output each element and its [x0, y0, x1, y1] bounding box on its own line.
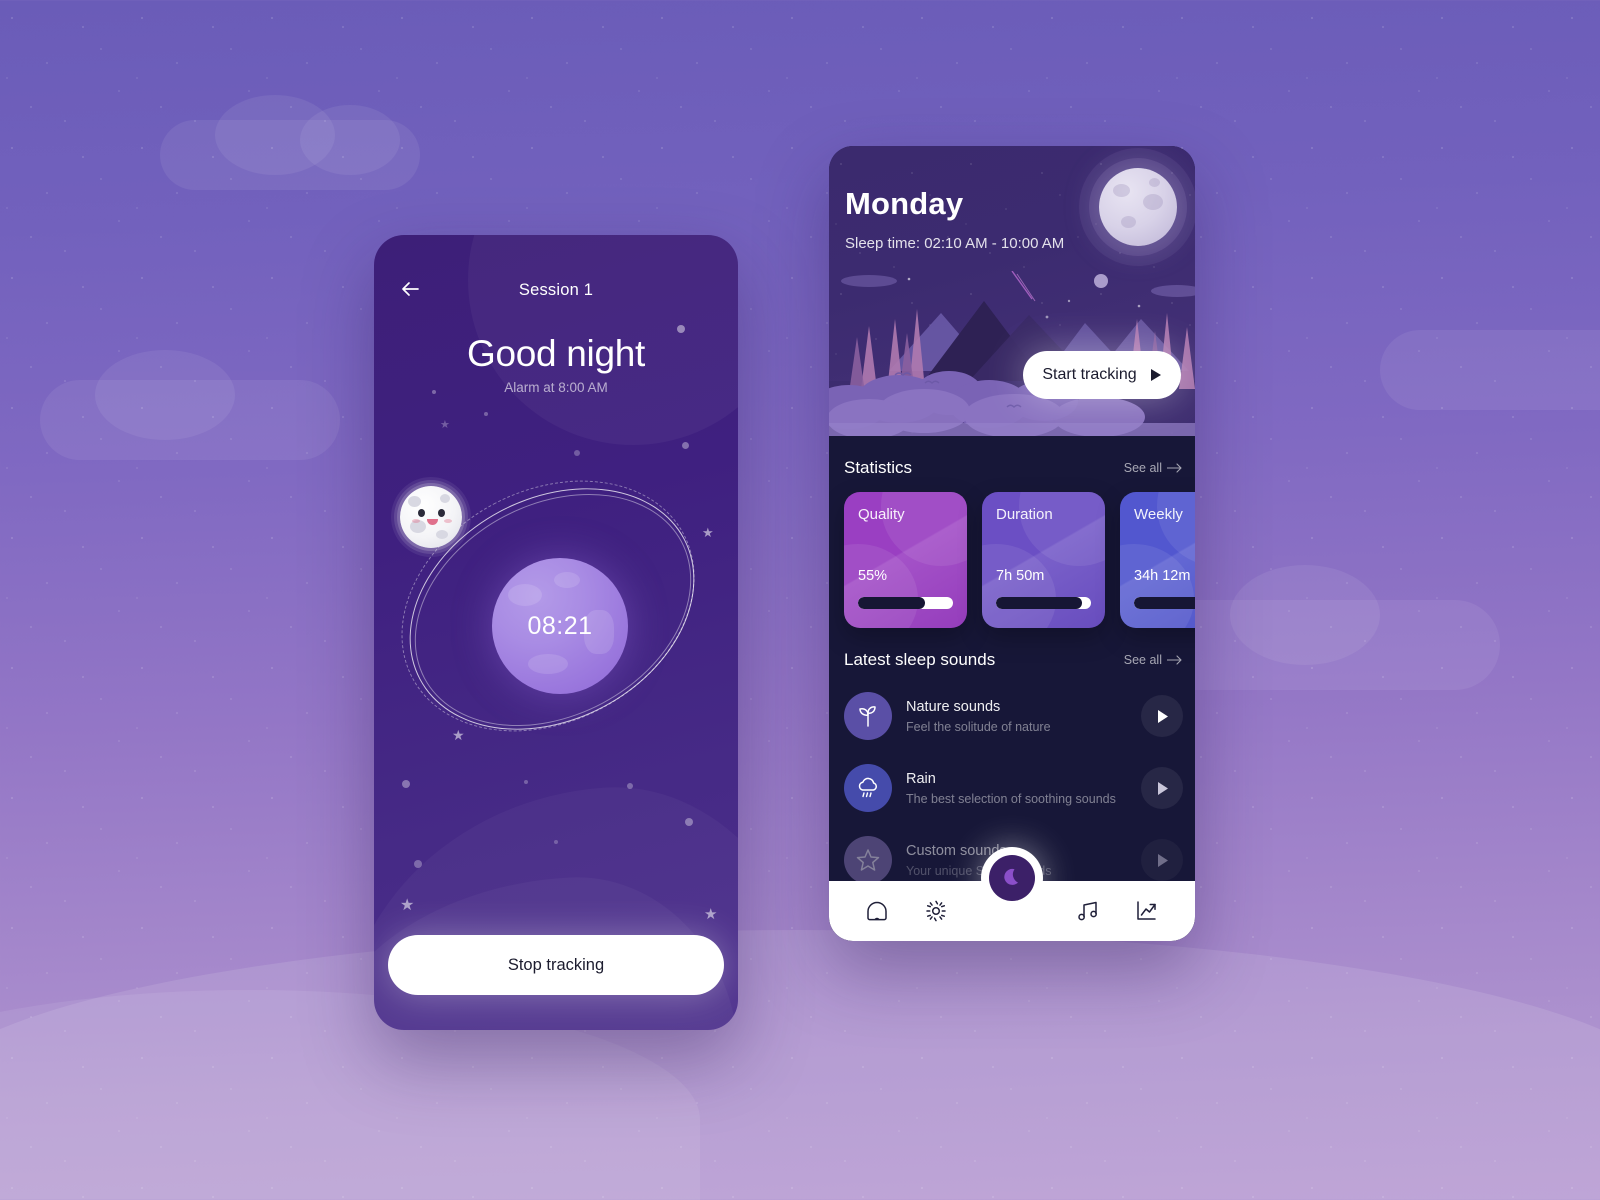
sounds-title: Latest sleep sounds: [844, 650, 996, 669]
sound-description: The best selection of soothing sounds: [906, 791, 1116, 806]
alarm-label: Alarm at 8:00 AM: [504, 380, 608, 395]
stat-card-weekly[interactable]: Weekly 34h 12m: [1120, 492, 1195, 628]
star-dot: [554, 840, 558, 844]
sound-name: Rain: [906, 770, 936, 787]
sounds-section-header: Latest sleep sounds See all: [829, 650, 1195, 670]
statistics-cards: Quality 55% Duration 7h 50m Weekly 34h 1…: [829, 492, 1195, 628]
list-item-texts: Nature sounds Feel the solitude of natur…: [906, 699, 1127, 734]
play-icon: [1157, 781, 1168, 795]
stat-card-label: Quality: [858, 506, 905, 523]
play-icon: [1157, 853, 1168, 867]
star-dot: [682, 442, 689, 449]
star-dot: [524, 780, 528, 784]
play-icon: [1150, 369, 1161, 381]
arrow-right-icon: [1167, 655, 1182, 665]
list-item[interactable]: Nature sounds Feel the solitude of natur…: [829, 680, 1195, 752]
stat-card-label: Duration: [996, 506, 1053, 523]
play-icon: [1157, 709, 1168, 723]
rain-cloud-icon: [844, 764, 892, 812]
tab-sounds[interactable]: [1073, 896, 1103, 926]
sprout-icon: [844, 692, 892, 740]
stat-card-duration[interactable]: Duration 7h 50m: [982, 492, 1105, 628]
start-tracking-button[interactable]: Start tracking: [1023, 351, 1181, 399]
star-dot: [484, 412, 488, 416]
star-dot: [627, 783, 633, 789]
background-starfield: [0, 0, 1600, 1200]
right-phone-screen: Monday Sleep time: 02:10 AM - 10:00 AM S…: [829, 146, 1195, 941]
stat-card-progress: [858, 597, 953, 609]
star-dot: [677, 325, 685, 333]
play-button[interactable]: [1141, 695, 1183, 737]
stat-card-value: 34h 12m: [1134, 568, 1191, 584]
see-all-label: See all: [1123, 653, 1162, 667]
sound-name: Nature sounds: [906, 698, 1001, 715]
see-all-label: See all: [1123, 461, 1162, 475]
statistics-title: Statistics: [844, 458, 913, 477]
play-button[interactable]: [1141, 839, 1183, 881]
stat-card-label: Weekly: [1134, 506, 1183, 523]
home-icon: [867, 901, 887, 921]
stat-card-value: 7h 50m: [996, 568, 1045, 584]
stat-card-progress: [1134, 597, 1195, 609]
gear-icon: [926, 900, 947, 922]
day-title: Monday: [845, 186, 964, 221]
list-item-texts: Rain The best selection of soothing soun…: [906, 771, 1127, 806]
greeting-title: Good night: [466, 333, 646, 374]
stop-tracking-button[interactable]: Stop tracking: [388, 935, 724, 995]
smiling-moon-icon: [400, 486, 462, 548]
statistics-see-all-link[interactable]: See all: [1124, 461, 1183, 475]
orbit-visualization: 08:21: [374, 431, 738, 781]
stat-card-value: 55%: [858, 568, 888, 584]
star-icon: ★: [704, 906, 718, 923]
stat-card-progress: [996, 597, 1091, 609]
planet-timer: 08:21: [492, 558, 628, 694]
play-button[interactable]: [1141, 767, 1183, 809]
star-icon: ★: [440, 419, 450, 431]
star-dot: [574, 450, 580, 456]
sleep-time-label: Sleep time: 02:10 AM - 10:00 AM: [845, 235, 1065, 252]
music-icon: [1077, 901, 1097, 921]
trending-icon: [1137, 901, 1156, 920]
tab-home[interactable]: [862, 896, 892, 926]
fab-inner-circle: [989, 855, 1035, 901]
start-tracking-label: Start tracking: [1042, 366, 1137, 383]
sounds-see-all-link[interactable]: See all: [1124, 653, 1183, 667]
crescent-moon-icon: [1004, 868, 1018, 885]
sleep-mode-fab[interactable]: [981, 847, 1043, 909]
left-phone-screen: ★ ★ ★ ★ ★ Session 1 Good night Alarm at …: [374, 235, 738, 1030]
statistics-section-header: Statistics See all: [829, 458, 1195, 478]
star-dot: [402, 780, 410, 788]
full-moon-icon: [1099, 168, 1177, 246]
tab-settings[interactable]: [921, 896, 951, 926]
session-label: Session 1: [518, 280, 594, 299]
star-icon: ★: [400, 897, 415, 914]
sound-description: Feel the solitude of nature: [906, 719, 1051, 734]
list-item[interactable]: Rain The best selection of soothing soun…: [829, 752, 1195, 824]
stat-card-quality[interactable]: Quality 55%: [844, 492, 967, 628]
tab-stats[interactable]: [1132, 896, 1162, 926]
dashboard-header: Monday Sleep time: 02:10 AM - 10:00 AM S…: [829, 146, 1195, 436]
star-dot: [685, 818, 693, 826]
timer-value: 08:21: [527, 611, 593, 640]
arrow-right-icon: [1167, 463, 1182, 473]
dashboard-body: Statistics See all Quality 55% Duration: [829, 458, 1195, 896]
background-clouds: [0, 0, 1600, 1200]
star-icon: [844, 836, 892, 884]
background-bottom-cloud: [0, 930, 1600, 1200]
star-dot: [414, 860, 422, 868]
